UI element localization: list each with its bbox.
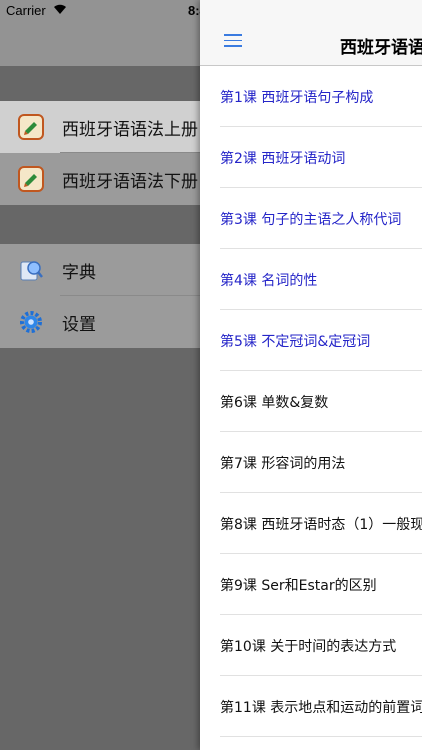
lesson-label: 第11课 表示地点和运动的前置词 — [220, 699, 422, 716]
lesson-label: 第1课 西班牙语句子构成 — [220, 89, 374, 106]
drawer-item-label: 西班牙语语法下册 — [62, 171, 198, 192]
list-item[interactable]: 第6课 单数&复数 — [200, 371, 422, 432]
list-item[interactable]: 第10课 关于时间的表达方式 — [200, 615, 422, 676]
list-item[interactable]: 第3课 句子的主语之人称代词 — [200, 188, 422, 249]
wifi-icon — [54, 4, 66, 14]
menu-icon[interactable] — [224, 34, 242, 48]
list-item[interactable]: 第2课 西班牙语动词 — [200, 127, 422, 188]
lesson-label: 第6课 单数&复数 — [220, 394, 329, 411]
lesson-panel: 西班牙语语 第1课 西班牙语句子构成 第2课 西班牙语动词 第3课 句子的主语之… — [200, 0, 422, 750]
list-item[interactable]: 第4课 名词的性 — [200, 249, 422, 310]
drawer-item-label: 字典 — [62, 262, 96, 283]
list-item[interactable]: 第7课 形容词的用法 — [200, 432, 422, 493]
book-icon — [18, 166, 44, 192]
lesson-label: 第10课 关于时间的表达方式 — [220, 638, 397, 655]
list-item[interactable]: 第11课 表示地点和运动的前置词 — [200, 676, 422, 737]
lesson-label: 第9课 Ser和Estar的区别 — [220, 577, 377, 594]
lesson-label: 第3课 句子的主语之人称代词 — [220, 211, 402, 228]
list-item[interactable]: 第8课 西班牙语时态（1）一般现 — [200, 493, 422, 554]
lesson-label: 第2课 西班牙语动词 — [220, 150, 346, 167]
drawer-item-label: 设置 — [62, 314, 96, 335]
list-item[interactable]: 第9课 Ser和Estar的区别 — [200, 554, 422, 615]
book-icon — [18, 114, 44, 140]
carrier-label: Carrier — [6, 3, 46, 18]
gear-icon — [18, 309, 44, 335]
drawer-item-label: 西班牙语语法上册 — [62, 119, 198, 140]
dictionary-icon — [18, 257, 44, 283]
lesson-list: 第1课 西班牙语句子构成 第2课 西班牙语动词 第3课 句子的主语之人称代词 第… — [200, 66, 422, 737]
page-title: 西班牙语语 — [340, 38, 422, 58]
list-item[interactable]: 第5课 不定冠词&定冠词 — [200, 310, 422, 371]
lesson-label: 第5课 不定冠词&定冠词 — [220, 333, 371, 350]
navigation-bar: 西班牙语语 — [200, 0, 422, 66]
lesson-label: 第7课 形容词的用法 — [220, 455, 346, 472]
lesson-label: 第4课 名词的性 — [220, 272, 318, 289]
list-item[interactable]: 第1课 西班牙语句子构成 — [200, 66, 422, 127]
lesson-label: 第8课 西班牙语时态（1）一般现 — [220, 516, 422, 533]
